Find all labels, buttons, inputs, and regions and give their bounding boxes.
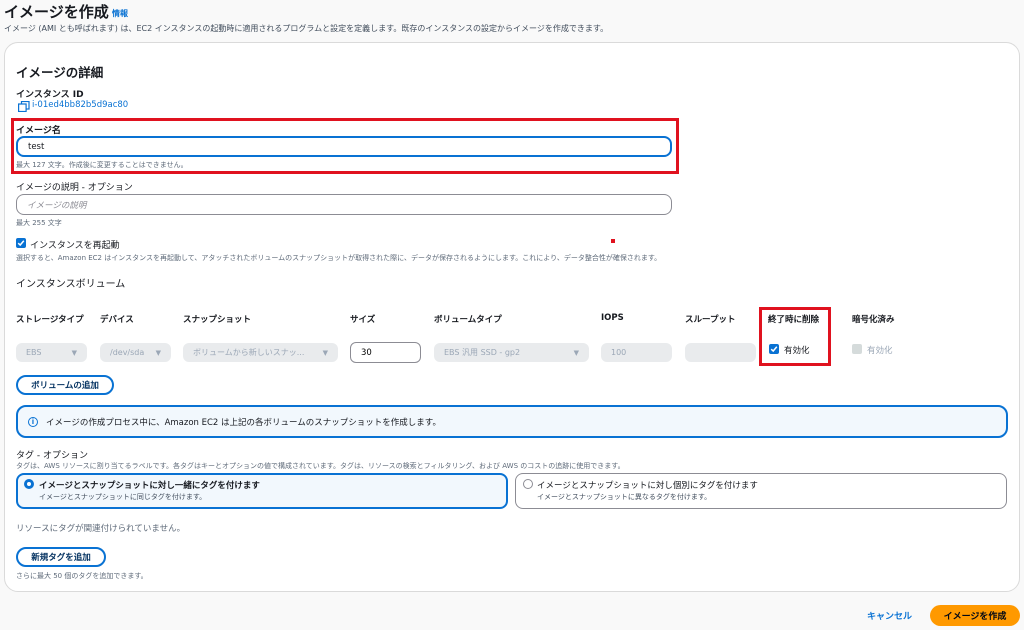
info-icon: i — [28, 416, 38, 427]
th-device: デバイス — [100, 315, 134, 325]
info-alert: i イメージの作成プロセス中に、Amazon EC2 は上記の各ボリュームのスナ… — [16, 405, 1008, 438]
snapshot-value: ボリュームから新しいスナッ... — [193, 348, 305, 357]
image-name-label: イメージ名 — [16, 126, 61, 136]
red-marker — [611, 239, 615, 243]
volumes-title: インスタンスボリューム — [16, 279, 126, 290]
alert-text: イメージの作成プロセス中に、Amazon EC2 は上記の各ボリュームのスナップ… — [46, 417, 441, 428]
volume-type-select: EBS 汎用 SSD - gp2 ▼ — [434, 343, 589, 362]
iops-input: 100 — [601, 343, 672, 362]
reboot-hint: 選択すると、Amazon EC2 はインスタンスを再起動して、アタッチされたボリ… — [16, 254, 662, 262]
create-image-button[interactable]: イメージを作成 — [930, 605, 1020, 626]
tag-option-separate-title: イメージとスナップショットに対し個別にタグを付けます — [537, 481, 758, 491]
th-encrypted: 暗号化済み — [852, 315, 895, 325]
encrypted-label: 有効化 — [867, 346, 893, 356]
highlight-box-delete-on-termination — [759, 307, 831, 366]
info-link[interactable]: 情報 — [112, 8, 128, 19]
th-throughput: スループット — [685, 315, 736, 325]
th-size: サイズ — [350, 315, 376, 325]
page-description: イメージ (AMI とも呼ばれます) は、EC2 インスタンスの起動時に適用され… — [4, 24, 609, 33]
th-volume-type: ボリュームタイプ — [434, 315, 502, 325]
caret-down-icon: ▼ — [322, 348, 328, 357]
copy-icon[interactable] — [18, 101, 30, 112]
caret-down-icon: ▼ — [71, 348, 77, 357]
reboot-label: インスタンスを再起動 — [30, 241, 120, 251]
caret-down-icon: ▼ — [155, 348, 161, 357]
delete-on-termination-checkbox[interactable] — [769, 344, 779, 354]
device-select: /dev/sda ▼ — [100, 343, 171, 362]
size-input[interactable]: 30 — [350, 342, 421, 363]
instance-id-link[interactable]: i-01ed4bb82b5d9ac80 — [32, 100, 128, 110]
delete-on-termination-label: 有効化 — [784, 346, 810, 356]
add-tag-hint: さらに最大 50 個のタグを追加できます。 — [16, 572, 148, 580]
section-title: イメージの詳細 — [16, 65, 104, 80]
image-name-input[interactable]: test — [16, 136, 672, 157]
cancel-button[interactable]: キャンセル — [867, 609, 912, 622]
tags-label: タグ - オプション — [16, 451, 88, 461]
device-value: /dev/sda — [110, 348, 145, 357]
image-desc-label: イメージの説明 - オプション — [16, 183, 133, 193]
reboot-checkbox[interactable] — [16, 238, 26, 248]
tag-option-together-title: イメージとスナップショットに対し一緒にタグを付けます — [39, 481, 260, 491]
storage-type-value: EBS — [26, 348, 42, 357]
tag-option-together-sub: イメージとスナップショットに同じタグを付けます。 — [39, 493, 207, 501]
snapshot-select: ボリュームから新しいスナッ... ▼ — [183, 343, 338, 362]
add-volume-button[interactable]: ボリュームの追加 — [16, 375, 114, 395]
tag-option-separate-sub: イメージとスナップショットに異なるタグを付けます。 — [537, 493, 712, 501]
radio-separate[interactable] — [523, 479, 533, 489]
th-iops: IOPS — [601, 313, 624, 323]
check-icon — [17, 240, 25, 247]
no-tags-text: リソースにタグが関連付けられていません。 — [16, 524, 186, 534]
radio-together[interactable] — [24, 479, 34, 489]
throughput-input — [685, 343, 756, 362]
image-desc-input[interactable]: イメージの説明 — [16, 194, 672, 215]
image-name-hint: 最大 127 文字。作成後に変更することはできません。 — [16, 161, 188, 169]
image-desc-hint: 最大 255 文字 — [16, 219, 62, 227]
instance-id-label: インスタンス ID — [16, 90, 84, 100]
caret-down-icon: ▼ — [573, 348, 579, 357]
add-tag-button[interactable]: 新規タグを追加 — [16, 547, 106, 567]
tags-hint: タグは、AWS リソースに割り当てるラベルです。各タグはキーとオプションの値で構… — [16, 462, 625, 470]
check-icon — [770, 346, 778, 353]
encrypted-checkbox — [852, 344, 862, 354]
storage-type-select: EBS ▼ — [16, 343, 87, 362]
th-storage-type: ストレージタイプ — [16, 315, 84, 325]
page-title: イメージを作成 — [4, 3, 109, 21]
volume-type-value: EBS 汎用 SSD - gp2 — [444, 348, 521, 357]
th-snapshot: スナップショット — [183, 315, 252, 325]
